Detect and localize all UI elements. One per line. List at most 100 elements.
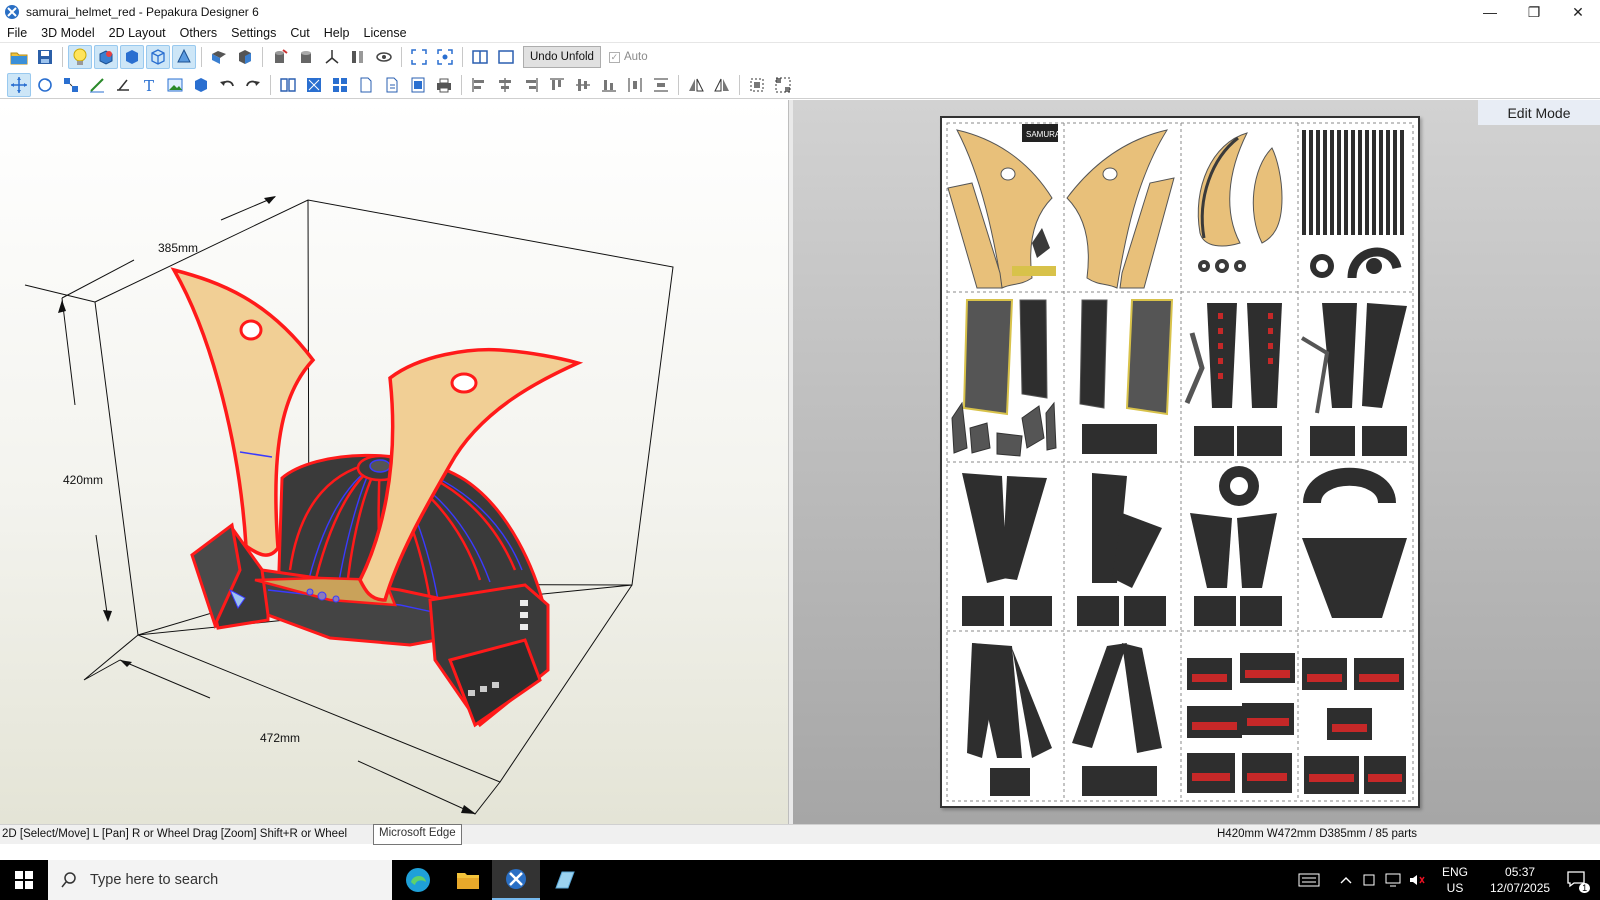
- distribute-v-icon[interactable]: [649, 73, 673, 97]
- image-tool-icon[interactable]: [163, 73, 187, 97]
- arrange-icon[interactable]: [302, 73, 326, 97]
- redo-icon[interactable]: [241, 73, 265, 97]
- 3d-dimension-width: 385mm: [158, 241, 198, 255]
- toolbar-separator: [401, 47, 402, 67]
- edit-mode-button[interactable]: Edit Mode: [1478, 100, 1600, 125]
- page-settings-icon[interactable]: [380, 73, 404, 97]
- save-icon[interactable]: [33, 45, 57, 69]
- book-view-icon[interactable]: [276, 73, 300, 97]
- auto-layout-icon[interactable]: [328, 73, 352, 97]
- fit-all-icon[interactable]: [433, 45, 457, 69]
- undo-unfold-button[interactable]: Undo Unfold: [523, 46, 601, 68]
- 3d-part-icon[interactable]: [189, 73, 213, 97]
- clock[interactable]: 05:37 12/07/2025: [1490, 864, 1550, 896]
- 3d-dimension-depth: 472mm: [260, 731, 300, 745]
- join-parts-icon[interactable]: [59, 73, 83, 97]
- language-indicator[interactable]: ENG US: [1442, 864, 1468, 896]
- menu-2d-layout[interactable]: 2D Layout: [102, 26, 173, 40]
- taskbar-pepakura-icon[interactable]: [492, 860, 540, 900]
- edit-flap-icon[interactable]: [111, 73, 135, 97]
- menu-license[interactable]: License: [357, 26, 414, 40]
- light-bulb-icon[interactable]: [68, 45, 92, 69]
- auto-label: Auto: [623, 51, 648, 63]
- split-view-icon[interactable]: [468, 45, 492, 69]
- keyboard-layout: US: [1446, 881, 1464, 895]
- show-hide-icon[interactable]: [372, 45, 396, 69]
- fit-3d-icon[interactable]: [407, 45, 431, 69]
- text-tool-icon[interactable]: T: [137, 73, 161, 97]
- single-view-icon[interactable]: [494, 45, 518, 69]
- assign-parts-icon[interactable]: [233, 45, 257, 69]
- menu-file[interactable]: File: [0, 26, 34, 40]
- 3d-model-canvas[interactable]: 385mm 420mm 472mm: [0, 100, 789, 824]
- auto-checkbox-mark[interactable]: ✓: [608, 51, 620, 63]
- close-button[interactable]: ✕: [1556, 0, 1600, 24]
- toolbar-separator: [461, 74, 462, 95]
- align-bottom-icon[interactable]: [597, 73, 621, 97]
- flip-left-icon[interactable]: [684, 73, 708, 97]
- cylinder-icon[interactable]: [294, 45, 318, 69]
- maximize-button[interactable]: ❐: [1512, 0, 1556, 24]
- texture-toggle-icon[interactable]: [94, 45, 118, 69]
- menu-settings[interactable]: Settings: [224, 26, 283, 40]
- solid-view-icon[interactable]: [120, 45, 144, 69]
- notification-count: 1: [1579, 882, 1591, 893]
- align-top-icon[interactable]: [545, 73, 569, 97]
- menu-cut[interactable]: Cut: [283, 26, 316, 40]
- meet-now-icon[interactable]: [1362, 872, 1376, 888]
- toolbar-separator: [739, 74, 740, 95]
- rotate-part-icon[interactable]: [33, 73, 57, 97]
- menu-others[interactable]: Others: [173, 26, 225, 40]
- align-right-icon[interactable]: [519, 73, 543, 97]
- 2d-layout-canvas[interactable]: SAMURAI: [942, 118, 1418, 806]
- page-icon[interactable]: [354, 73, 378, 97]
- network-icon[interactable]: [1384, 872, 1402, 888]
- menu-help[interactable]: Help: [317, 26, 357, 40]
- svg-text:T: T: [144, 77, 154, 94]
- align-center-v-icon[interactable]: [571, 73, 595, 97]
- group-icon[interactable]: [745, 73, 769, 97]
- start-button[interactable]: [0, 860, 48, 900]
- menu-3d-model[interactable]: 3D Model: [34, 26, 102, 40]
- toolbar-separator: [678, 74, 679, 95]
- open-file-icon[interactable]: [7, 45, 31, 69]
- flip-right-icon[interactable]: [710, 73, 734, 97]
- flaps-icon[interactable]: [346, 45, 370, 69]
- cylinder-open-icon[interactable]: [268, 45, 292, 69]
- toolbar-separator: [270, 74, 271, 95]
- touch-keyboard-icon[interactable]: [1298, 872, 1320, 888]
- 2d-view-panel[interactable]: Edit Mode SAMURAI: [793, 100, 1600, 824]
- chevron-up-icon[interactable]: [1340, 874, 1352, 886]
- taskbar-file-explorer-icon[interactable]: [444, 860, 492, 900]
- 3d-view-panel[interactable]: 385mm 420mm 472mm: [0, 100, 789, 824]
- draw-line-icon[interactable]: [85, 73, 109, 97]
- title-bar: samurai_helmet_red - Pepakura Designer 6…: [0, 0, 1600, 24]
- print-preview-icon[interactable]: [406, 73, 430, 97]
- auto-checkbox[interactable]: ✓ Auto: [608, 51, 648, 63]
- notification-center-icon[interactable]: 1: [1566, 870, 1591, 893]
- taskbar-tooltip: Microsoft Edge: [373, 824, 462, 845]
- edge-view-icon[interactable]: [172, 45, 196, 69]
- window-controls: — ❐ ✕: [1468, 0, 1600, 24]
- system-tray: ENG US 05:37 12/07/2025 1: [1298, 860, 1591, 900]
- toolbar-separator: [462, 47, 463, 67]
- taskbar-edge-icon[interactable]: [394, 860, 442, 900]
- axis-icon[interactable]: [320, 45, 344, 69]
- align-center-h-icon[interactable]: [493, 73, 517, 97]
- unfold-icon[interactable]: [207, 45, 231, 69]
- pepakura-app-icon: [5, 5, 19, 19]
- wireframe-view-icon[interactable]: [146, 45, 170, 69]
- align-left-icon[interactable]: [467, 73, 491, 97]
- distribute-h-icon[interactable]: [623, 73, 647, 97]
- undo-icon[interactable]: [215, 73, 239, 97]
- taskbar-pepakura-viewer-icon[interactable]: [540, 860, 588, 900]
- clock-date: 12/07/2025: [1490, 881, 1551, 895]
- ungroup-icon[interactable]: [771, 73, 795, 97]
- print-icon[interactable]: [432, 73, 456, 97]
- paper-sheet[interactable]: SAMURAI: [940, 116, 1420, 808]
- taskbar-search-box[interactable]: Type here to search: [48, 860, 392, 900]
- select-move-icon[interactable]: [7, 72, 31, 97]
- samurai-helmet-model[interactable]: [170, 267, 584, 728]
- minimize-button[interactable]: —: [1468, 0, 1512, 24]
- volume-muted-icon[interactable]: [1408, 872, 1426, 888]
